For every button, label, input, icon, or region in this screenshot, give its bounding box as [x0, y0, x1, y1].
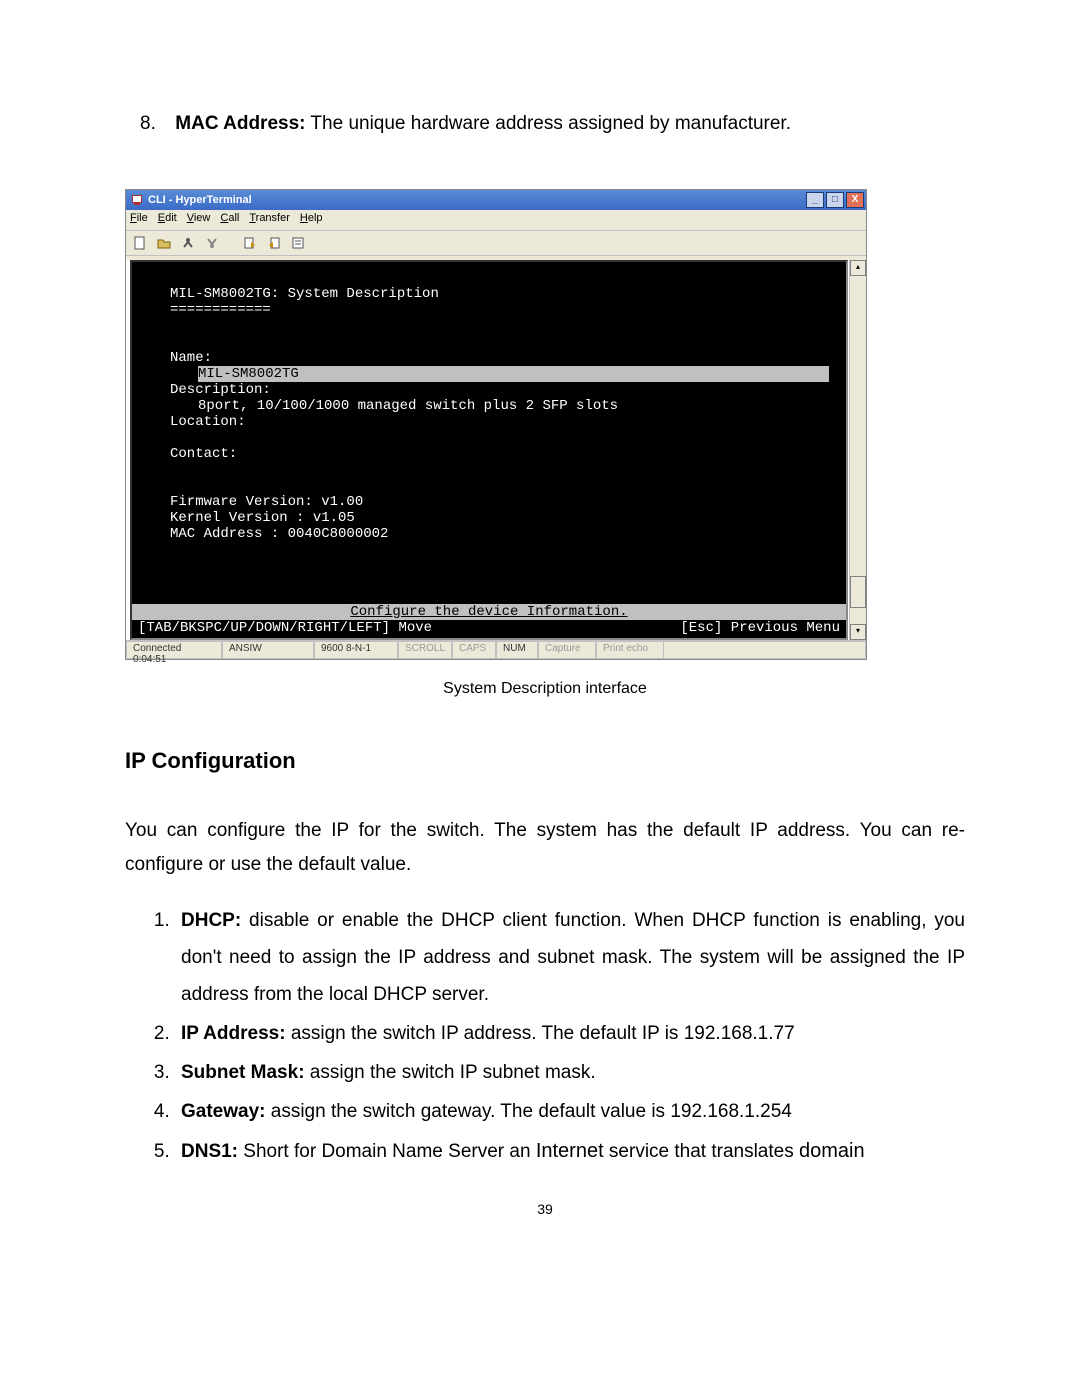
menu-bar: File Edit View Call Transfer Help [126, 210, 866, 231]
figure-caption: System Description interface [125, 680, 965, 698]
status-connected: Connected 0:04:51 [126, 641, 222, 659]
list-item: DHCP: disable or enable the DHCP client … [175, 902, 965, 1013]
properties-icon[interactable] [290, 235, 306, 251]
item-text-domain: domain [799, 1140, 865, 1162]
term-desc-value: 8port, 10/100/1000 managed switch plus 2… [142, 398, 836, 414]
list-label: MAC Address: [175, 113, 305, 134]
item-text: Short for Domain Name Server an [238, 1141, 536, 1162]
status-scroll: SCROLL [398, 641, 452, 659]
term-name-value: MIL-SM8002TG [142, 366, 836, 382]
window-title: CLI - HyperTerminal [148, 194, 252, 206]
menu-file[interactable]: File [130, 212, 148, 228]
item-text: disable or enable the DHCP client functi… [181, 910, 965, 1005]
list-item-mac-address: 8. MAC Address: The unique hardware addr… [125, 110, 965, 139]
term-hint-center: Configure the device Information. [132, 604, 846, 620]
term-header: MIL-SM8002TG: System Description [142, 286, 836, 302]
new-icon[interactable] [132, 235, 148, 251]
scroll-thumb[interactable] [850, 576, 866, 608]
term-hint-right: [Esc] Previous Menu [680, 620, 840, 636]
disconnect-icon[interactable] [204, 235, 220, 251]
item-text: assign the switch gateway. The default v… [265, 1101, 791, 1122]
status-speed: 9600 8-N-1 [314, 641, 398, 659]
menu-help[interactable]: Help [300, 212, 323, 228]
status-echo: Print echo [596, 641, 664, 659]
term-firmware: Firmware Version: v1.00 [142, 494, 836, 510]
term-location: Location: [142, 414, 836, 430]
status-caps: CAPS [452, 641, 496, 659]
toolbar [126, 231, 866, 256]
list-item: Gateway: assign the switch gateway. The … [175, 1093, 965, 1130]
page-number: 39 [125, 1201, 965, 1217]
scrollbar[interactable]: ▴ ▾ [849, 260, 866, 640]
item-text: assign the switch IP subnet mask. [305, 1062, 596, 1083]
send-icon[interactable] [242, 235, 258, 251]
config-list: DHCP: disable or enable the DHCP client … [125, 902, 965, 1171]
hyperterminal-window: CLI - HyperTerminal _ □ X File Edit View… [125, 189, 867, 660]
status-num: NUM [496, 641, 538, 659]
menu-view[interactable]: View [187, 212, 211, 228]
term-kernel: Kernel Version : v1.05 [142, 510, 836, 526]
minimize-button[interactable]: _ [806, 192, 824, 208]
term-mac: MAC Address : 0040C8000002 [142, 526, 836, 542]
list-item: DNS1: Short for Domain Name Server an In… [175, 1132, 965, 1171]
receive-icon[interactable] [266, 235, 282, 251]
open-icon[interactable] [156, 235, 172, 251]
menu-transfer[interactable]: Transfer [249, 212, 290, 228]
terminal-area: MIL-SM8002TG: System Description =======… [126, 260, 866, 640]
item-label: DNS1: [181, 1141, 238, 1162]
item-text: assign the switch IP address. The defaul… [286, 1023, 795, 1044]
scroll-down-button[interactable]: ▾ [850, 624, 866, 640]
term-divider: ============ [142, 302, 836, 318]
app-icon [130, 193, 144, 207]
menu-call[interactable]: Call [220, 212, 239, 228]
maximize-button[interactable]: □ [826, 192, 844, 208]
list-item: IP Address: assign the switch IP address… [175, 1015, 965, 1052]
menu-edit[interactable]: Edit [158, 212, 177, 228]
item-label: Subnet Mask: [181, 1062, 305, 1083]
item-label: DHCP: [181, 910, 241, 931]
status-terminal: ANSIW [222, 641, 314, 659]
list-number: 8. [140, 110, 170, 139]
item-label: IP Address: [181, 1023, 286, 1044]
title-bar: CLI - HyperTerminal _ □ X [126, 190, 866, 210]
term-hint-left: [TAB/BKSPC/UP/DOWN/RIGHT/LEFT] Move [138, 620, 432, 636]
status-bar: Connected 0:04:51 ANSIW 9600 8-N-1 SCROL… [126, 640, 866, 659]
term-desc-label: Description: [142, 382, 836, 398]
section-heading: IP Configuration [125, 748, 965, 774]
connect-icon[interactable] [180, 235, 196, 251]
status-capture: Capture [538, 641, 596, 659]
list-item: Subnet Mask: assign the switch IP subnet… [175, 1054, 965, 1091]
item-text: service that translates [604, 1141, 799, 1162]
item-label: Gateway: [181, 1101, 265, 1122]
list-text: The unique hardware address assigned by … [310, 113, 791, 134]
term-name-label: Name: [142, 350, 836, 366]
term-contact: Contact: [142, 446, 836, 462]
scroll-up-button[interactable]: ▴ [850, 260, 866, 276]
item-text-internet: Internet [536, 1140, 604, 1162]
intro-paragraph: You can configure the IP for the switch.… [125, 814, 965, 882]
terminal[interactable]: MIL-SM8002TG: System Description =======… [130, 260, 848, 640]
close-button[interactable]: X [846, 192, 864, 208]
